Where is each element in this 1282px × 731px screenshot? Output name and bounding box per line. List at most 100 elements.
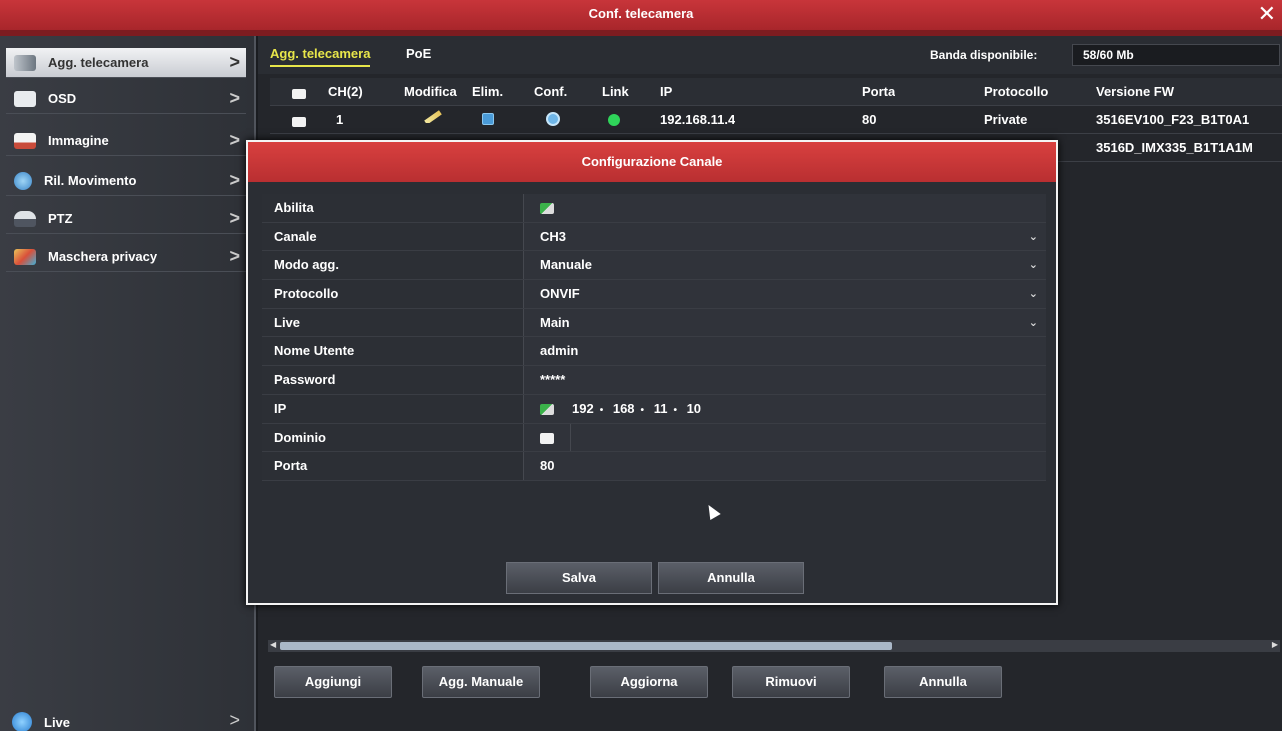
privacy-icon <box>14 248 36 265</box>
table-header-row: CH(2) Modifica Elim. Conf. Link IP Porta… <box>270 78 1282 106</box>
bandwidth-value: 58/60 Mb <box>1072 44 1280 66</box>
ip-octet[interactable]: 192 <box>572 395 594 423</box>
dominio-field <box>526 423 1046 452</box>
scroll-thumb[interactable] <box>280 642 892 650</box>
ip-separator: • <box>599 404 604 416</box>
column-header: Protocollo <box>984 84 1049 99</box>
channel-config-form: Abilita Canale CH3 ⌄ Modo agg. Manuale ⌄… <box>262 194 1046 481</box>
rimuovi-button[interactable]: Rimuovi <box>732 666 850 698</box>
column-header: IP <box>660 84 673 99</box>
field-protocollo: Protocollo ONVIF ⌄ <box>262 280 1046 309</box>
field-label: Canale <box>262 222 524 251</box>
sidebar-item-maschera-privacy[interactable]: Maschera privacy > <box>6 242 246 272</box>
sidebar: Agg. telecamera > OSD > Immagine > Ril. … <box>0 36 256 731</box>
scroll-left-icon[interactable]: ◀ <box>270 640 276 649</box>
sidebar-item-immagine[interactable]: Immagine > <box>6 126 246 156</box>
tab-agg-telecamera[interactable]: Agg. telecamera <box>270 46 371 67</box>
window-titlebar: Conf. telecamera ✕ <box>0 0 1282 36</box>
ip-octet[interactable]: 11 <box>654 395 668 423</box>
row-channel: 1 <box>336 112 344 127</box>
live-icon <box>12 712 32 731</box>
row-ip: 192.168.11.4 <box>660 112 736 127</box>
chevron-down-icon: ⌄ <box>1028 230 1038 243</box>
scroll-right-icon[interactable]: ▶ <box>1272 640 1278 649</box>
agg-manuale-button[interactable]: Agg. Manuale <box>422 666 540 698</box>
porta-input[interactable]: 80 <box>526 452 1046 480</box>
annulla-button[interactable]: Annulla <box>884 666 1002 698</box>
field-password: Password ***** <box>262 366 1046 395</box>
live-select[interactable]: Main ⌄ <box>526 309 1046 337</box>
camera-icon <box>14 54 36 71</box>
protocollo-value: ONVIF <box>540 286 580 302</box>
field-ip: IP 192 • 168 • 11 • 10 <box>262 394 1046 424</box>
sidebar-item-agg-telecamera[interactable]: Agg. telecamera > <box>6 48 246 78</box>
protocollo-select[interactable]: ONVIF ⌄ <box>526 280 1046 308</box>
dominio-input[interactable] <box>570 423 1046 452</box>
close-icon[interactable]: ✕ <box>1258 2 1276 26</box>
canale-value: CH3 <box>540 228 567 244</box>
dominio-checkbox[interactable] <box>540 432 554 444</box>
ip-separator: • <box>673 404 677 416</box>
sidebar-item-live[interactable]: Live > <box>6 710 246 731</box>
pencil-icon[interactable] <box>424 108 442 123</box>
chevron-right-icon: > <box>229 208 240 228</box>
ptz-icon <box>14 210 36 227</box>
sidebar-item-osd[interactable]: OSD > <box>6 84 246 114</box>
sidebar-item-label: OSD <box>48 91 77 106</box>
config-icon[interactable] <box>546 112 560 129</box>
field-porta: Porta 80 <box>262 452 1046 481</box>
field-label: Dominio <box>262 423 524 452</box>
chevron-down-icon: ⌄ <box>1028 288 1038 301</box>
aggiorna-button[interactable]: Aggiorna <box>590 666 708 698</box>
dialog-annulla-button[interactable]: Annulla <box>658 562 804 594</box>
ip-octet[interactable]: 168 <box>613 395 635 423</box>
chevron-right-icon: > <box>229 88 240 108</box>
row-fw: 3516D_IMX335_B1T1A1M <box>1096 140 1253 155</box>
field-nome-utente: Nome Utente admin <box>262 337 1046 367</box>
column-header: Conf. <box>534 84 568 99</box>
ip-separator: • <box>640 404 645 416</box>
link-status-icon <box>608 114 620 129</box>
ip-address-input[interactable]: 192 • 168 • 11 • 10 <box>566 395 707 423</box>
column-header: Porta <box>862 84 896 99</box>
chevron-right-icon: > <box>229 130 240 150</box>
column-header: Elim. <box>472 84 504 99</box>
password-input[interactable]: ***** <box>526 366 1046 394</box>
field-dominio: Dominio <box>262 423 1046 453</box>
modo-value: Manuale <box>540 257 593 273</box>
salva-button[interactable]: Salva <box>506 562 652 594</box>
canale-select[interactable]: CH3 ⌄ <box>526 223 1046 251</box>
select-all-checkbox[interactable] <box>292 87 306 102</box>
ip-checkbox[interactable] <box>540 403 554 415</box>
trash-icon[interactable] <box>482 113 494 128</box>
tab-poe[interactable]: PoE <box>406 46 431 61</box>
abilita-checkbox[interactable] <box>526 194 1046 222</box>
field-label: Porta <box>262 452 524 480</box>
sidebar-item-ril-movimento[interactable]: Ril. Movimento > <box>6 166 246 196</box>
aggiungi-button[interactable]: Aggiungi <box>274 666 392 698</box>
sidebar-item-ptz[interactable]: PTZ > <box>6 204 246 234</box>
live-label: Live <box>44 714 71 730</box>
horizontal-scrollbar[interactable]: ◀ ▶ <box>268 640 1280 652</box>
chevron-down-icon: ⌄ <box>1028 259 1038 272</box>
sidebar-item-label: Ril. Movimento <box>44 173 137 188</box>
mouse-cursor-icon <box>703 501 721 521</box>
tab-bar: Agg. telecamera PoE Banda disponibile: 5… <box>258 36 1282 74</box>
sidebar-item-label: Agg. telecamera <box>48 55 149 70</box>
modo-select[interactable]: Manuale ⌄ <box>526 251 1046 279</box>
row-protocol: Private <box>984 112 1028 127</box>
ip-octet[interactable]: 10 <box>687 395 701 423</box>
chevron-right-icon: > <box>229 246 240 266</box>
column-header: Modifica <box>404 84 457 99</box>
field-label: Modo agg. <box>262 251 524 280</box>
username-input[interactable]: admin <box>526 337 1046 365</box>
field-live: Live Main ⌄ <box>262 308 1046 338</box>
field-canale: Canale CH3 ⌄ <box>262 222 1046 252</box>
motion-icon <box>14 171 32 190</box>
column-header: Versione FW <box>1096 84 1175 99</box>
row-checkbox[interactable] <box>292 115 306 130</box>
table-row[interactable]: 1 192.168.11.4 80 Private 3516EV100_F23_… <box>270 106 1282 134</box>
field-label: IP <box>262 394 524 423</box>
bandwidth-label: Banda disponibile: <box>930 48 1038 62</box>
column-header: CH(2) <box>328 84 363 99</box>
